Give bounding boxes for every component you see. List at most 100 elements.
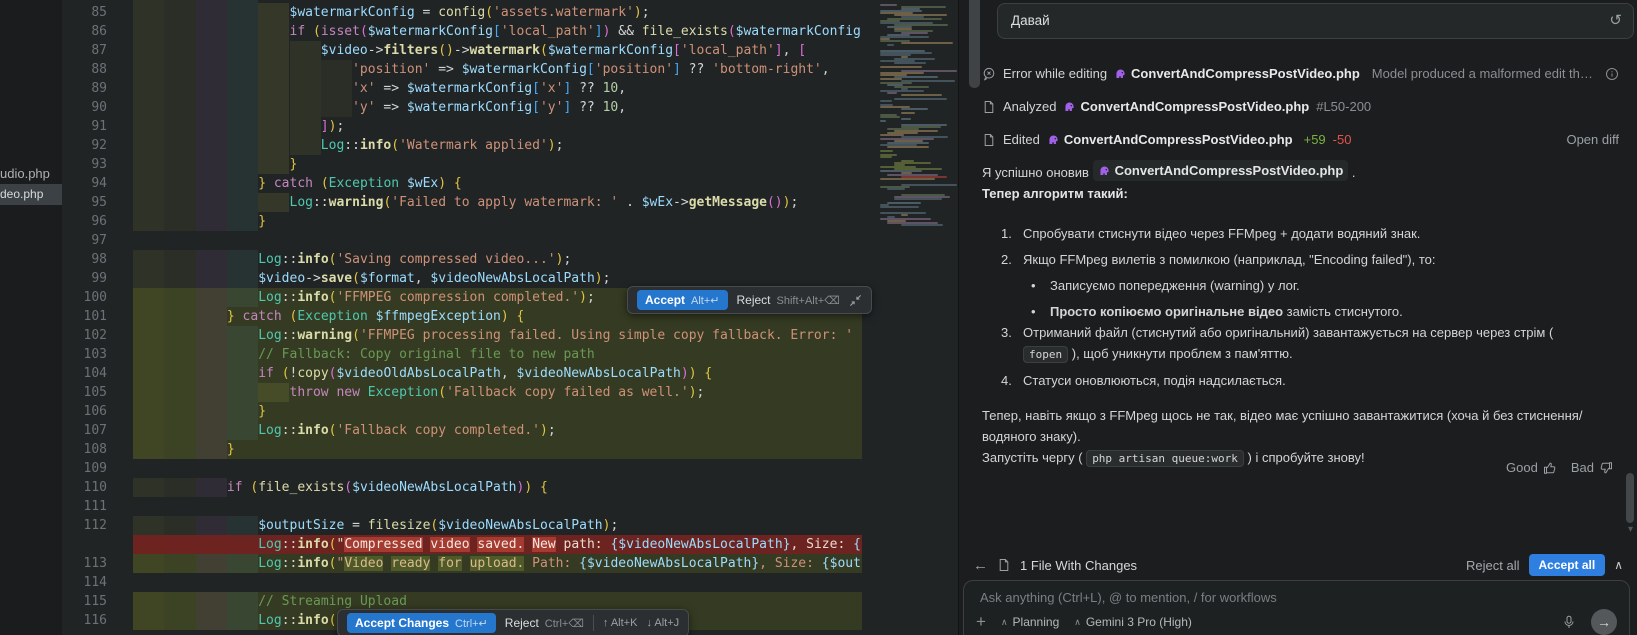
code-line: Log::info("Compressed video saved. New p… (62, 535, 862, 554)
line-number: 90 (62, 98, 107, 117)
code-line: } catch (Exception $wEx) {94 (62, 174, 862, 193)
line-number: 100 (62, 288, 107, 307)
line-number: 114 (62, 573, 107, 592)
minimap-line (880, 100, 892, 102)
minimap-line (880, 116, 900, 118)
list-subitem-text: Просто копіюємо оригінальне відео заміст… (1050, 301, 1594, 322)
user-message-text: Давай (1011, 13, 1050, 28)
code-text: Log::warning('FFMPEG processing failed. … (133, 326, 862, 345)
list-item: 2.Якщо FFMpeg вилетів з помилкою (наприк… (982, 249, 1594, 270)
divider (593, 615, 594, 631)
sidebar-file-item[interactable]: udio.php (0, 163, 62, 184)
reject-changes-label: Reject (505, 616, 539, 630)
line-number: 108 (62, 440, 107, 459)
file-icon (982, 100, 996, 114)
list-item-text: Якщо FFMpeg вилетів з помилкою (наприкла… (1023, 249, 1594, 270)
chat-panel: Давай ↺ Error while editingConvertAndCom… (958, 0, 1637, 635)
chat-input[interactable]: Ask anything (Ctrl+L), @ to mention, / f… (963, 580, 1630, 635)
mode-label: Planning (1013, 615, 1060, 629)
reject-shortcut: Shift+Alt+⌫ (777, 294, 840, 307)
prev-change-button[interactable]: ↑ Alt+K (603, 617, 638, 629)
file-chip[interactable]: ConvertAndCompressPostVideo.php (1063, 99, 1309, 114)
next-change-button[interactable]: ↓ Alt+J (646, 617, 679, 629)
microphone-icon[interactable] (1562, 615, 1576, 629)
code-text: Log::info( (133, 611, 336, 630)
line-number: 88 (62, 60, 107, 79)
line-number: 116 (62, 611, 107, 630)
minimap[interactable] (862, 0, 958, 635)
accept-all-button[interactable]: Accept all (1529, 554, 1606, 576)
chat-left-scrollbar[interactable] (969, 0, 980, 88)
bad-button[interactable]: Bad (1571, 460, 1613, 475)
accept-changes-label: Accept Changes (355, 616, 449, 630)
restore-checkpoint-icon[interactable]: ↺ (1609, 4, 1622, 38)
line-number: 111 (62, 497, 107, 516)
code-line: }96 (62, 212, 862, 231)
elephant-icon (1063, 100, 1076, 113)
file-chip[interactable]: ConvertAndCompressPostVideo.php (1093, 160, 1349, 181)
line-number: 97 (62, 231, 107, 250)
code-line: if (isset($watermarkConfig['local_path']… (62, 22, 862, 41)
sidebar-file-item[interactable]: deo.php (0, 184, 62, 205)
list-item: 1.Спробувати стиснути відео через FFMpeg… (982, 223, 1594, 244)
file-icon (997, 558, 1011, 572)
line-number: 115 (62, 592, 107, 611)
accept-button[interactable]: Accept Alt+↵ (637, 290, 728, 310)
code-text: Log::info("Video ready for upload. Path:… (133, 554, 862, 573)
reject-changes-button[interactable]: Reject Ctrl+⌫ (505, 616, 584, 630)
file-chip[interactable]: ConvertAndCompressPostVideo.php (1114, 66, 1360, 81)
info-icon[interactable] (1605, 67, 1619, 81)
chat-scrollbar-thumb[interactable] (1626, 473, 1634, 523)
minimap-line (887, 44, 894, 46)
inline-diff-widget: Accept Alt+↵ Reject Shift+Alt+⌫ (627, 286, 872, 314)
collapse-icon[interactable] (849, 294, 862, 307)
status-list: Error while editingConvertAndCompressPos… (982, 57, 1619, 156)
add-context-button[interactable]: + (976, 612, 986, 632)
code-line: 111 (62, 497, 862, 516)
accept-label: Accept (645, 293, 685, 307)
code-line: 109 (62, 459, 862, 478)
message-paragraph: Запустіть чергу ( php artisan queue:work… (982, 447, 1594, 469)
user-message[interactable]: Давай ↺ (997, 3, 1634, 39)
code-text: 'x' => $watermarkConfig['x'] ?? 10, (133, 79, 626, 98)
code-line: Log::warning('Failed to apply watermark:… (62, 193, 862, 212)
reject-button[interactable]: Reject Shift+Alt+⌫ (737, 293, 840, 307)
open-diff-button[interactable]: Open diff (1566, 132, 1619, 147)
minimap-line (880, 78, 902, 80)
app-window: udio.phpdeo.php try {$watermarkConfig = … (0, 0, 1637, 635)
code-text: $video->filters()->watermark($watermarkC… (133, 41, 806, 60)
file-chip[interactable]: ConvertAndCompressPostVideo.php (1047, 132, 1293, 147)
good-button[interactable]: Good (1506, 460, 1557, 475)
list-subitem-text: Записуємо попередження (warning) у лог. (1050, 275, 1594, 296)
code-text: throw new Exception('Fallback copy faile… (133, 383, 704, 402)
reject-all-button[interactable]: Reject all (1466, 558, 1519, 573)
status-row[interactable]: EditedConvertAndCompressPostVideo.php+59… (982, 123, 1619, 156)
code-line: Log::info('Fallback copy completed.');10… (62, 421, 862, 440)
line-number: 94 (62, 174, 107, 193)
status-row[interactable]: AnalyzedConvertAndCompressPostVideo.php#… (982, 90, 1619, 123)
accept-changes-button[interactable]: Accept Changes Ctrl+↵ (347, 613, 496, 633)
send-button[interactable]: → (1591, 609, 1617, 635)
code-text: } catch (Exception $ffmpegException) { (133, 307, 524, 326)
code-line: 'position' => $watermarkConfig['position… (62, 60, 862, 79)
code-text: if (!copy($videoOldAbsLocalPath, $videoN… (133, 364, 712, 383)
code-editor[interactable]: try {$watermarkConfig = config('assets.w… (62, 0, 862, 635)
model-selector[interactable]: ∧ Gemini 3 Pro (High) (1074, 615, 1192, 629)
scroll-down-icon[interactable]: ▾ (1628, 524, 1633, 535)
mode-selector[interactable]: ∧ Planning (1001, 615, 1059, 629)
line-number: 87 (62, 41, 107, 60)
accept-shortcut: Alt+↵ (691, 294, 719, 307)
back-icon[interactable]: ← (973, 557, 988, 574)
chat-input-toolbar: + ∧ Planning ∧ Gemini 3 Pro (High) → (976, 609, 1617, 635)
status-row[interactable]: Error while editingConvertAndCompressPos… (982, 57, 1619, 90)
line-number: 99 (62, 269, 107, 288)
chevron-up-icon[interactable]: ∧ (1614, 558, 1623, 572)
reject-changes-shortcut: Ctrl+⌫ (545, 617, 584, 630)
code-line: ]);91 (62, 117, 862, 136)
line-number: 106 (62, 402, 107, 421)
files-with-changes-bar: ← 1 File With Changes Reject all Accept … (973, 550, 1623, 580)
line-number: 101 (62, 307, 107, 326)
feedback-row: Good Bad (1506, 460, 1613, 475)
line-number: 110 (62, 478, 107, 497)
chevron-up-icon: ∧ (1074, 617, 1081, 628)
